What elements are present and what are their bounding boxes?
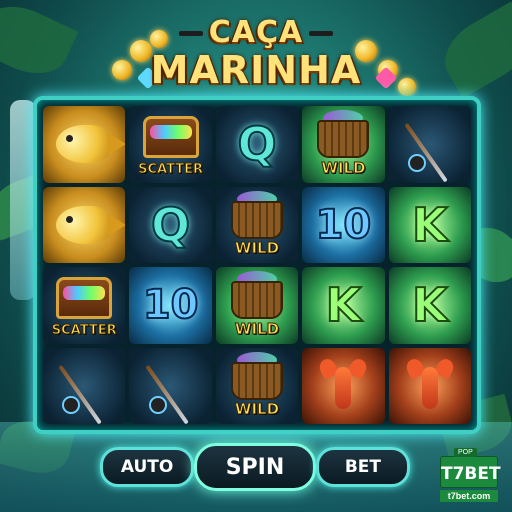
fishing-rod-icon [400,114,460,183]
reel-cell: SCATTER [43,267,126,344]
lobster-body [421,366,438,409]
title-dash [178,31,203,36]
brand-url: t7bet.com [440,490,498,502]
reel-grid: SCATTER Q WILD Q WILD 10 K SCATTER 10 WILD K K WILD [43,106,471,424]
reel-cell: Q [215,106,299,183]
title-text-1: CAÇA [208,15,304,50]
reel-cell [388,106,471,183]
control-bar: AUTO SPIN BET [100,443,410,491]
game-title: CAÇA MARINHA [0,8,512,92]
wild-label: WILD [234,400,280,419]
reel-cell [129,347,212,424]
brand-tag: POP [454,448,477,457]
symbol-q: Q [150,197,191,253]
reel-cell: WILD [302,106,385,183]
wild-label: WILD [234,319,280,338]
symbol-k: K [411,197,449,253]
fish-eye [66,215,74,223]
reel-cell: 10 [129,267,212,344]
scatter-label: SCATTER [51,322,117,338]
reel-cell: K [388,267,471,344]
fishing-rod-icon [141,356,201,424]
rod-line [58,364,102,424]
symbol-k: K [325,277,363,333]
brand-logo: POP T7BET t7bet.com [440,448,501,502]
reel-cell: SCATTER [129,106,212,183]
lobster-body [335,366,352,409]
symbol-10: 10 [142,281,200,329]
reel-cell [43,106,126,183]
brand-name: T7BET [440,456,501,488]
wild-label: WILD [321,158,366,177]
reel-cell [302,347,385,424]
fish-basket-icon [317,120,370,158]
title-dash [309,31,334,36]
rod-line [144,364,189,424]
gems-icon [149,125,192,139]
gold-fish-icon [56,205,126,244]
rod-line [404,123,448,183]
reel-cell: 10 [302,186,385,263]
gems-icon [63,286,106,300]
slot-reel-frame: SCATTER Q WILD Q WILD 10 K SCATTER 10 WILD K K WILD [33,96,481,434]
reel-cell [388,347,471,424]
symbol-q: Q [236,116,277,172]
title-line-1: CAÇA [0,16,512,50]
symbol-k: K [411,277,449,333]
reel-cell: WILD [215,267,299,344]
reel-cell: K [388,186,471,263]
scatter-label: SCATTER [138,161,204,177]
reel-cell: Q [129,186,212,263]
lobster-icon [403,356,456,415]
fish-eye [66,135,74,143]
lobster-icon [317,356,370,415]
wild-label: WILD [234,239,280,258]
gold-fish-icon [56,125,126,164]
auto-button[interactable]: AUTO [100,447,195,487]
spin-button[interactable]: SPIN [194,443,316,491]
fish-basket-icon [230,200,283,239]
symbol-10: 10 [315,201,373,249]
fish-basket-icon [230,281,283,319]
treasure-chest-icon [142,116,199,158]
bet-button[interactable]: BET [315,447,410,487]
fish-basket-icon [230,361,283,400]
rod-reel [62,395,81,414]
reel-cell: WILD [215,347,299,424]
treasure-chest-icon [56,277,113,319]
rod-reel [407,154,426,173]
fishing-rod-icon [54,356,114,424]
title-line-2: MARINHA [150,48,362,92]
reel-cell: K [302,267,385,344]
reel-cell [43,186,126,263]
reel-cell: WILD [215,186,299,263]
reel-cell [43,347,126,424]
rod-reel [148,395,167,414]
